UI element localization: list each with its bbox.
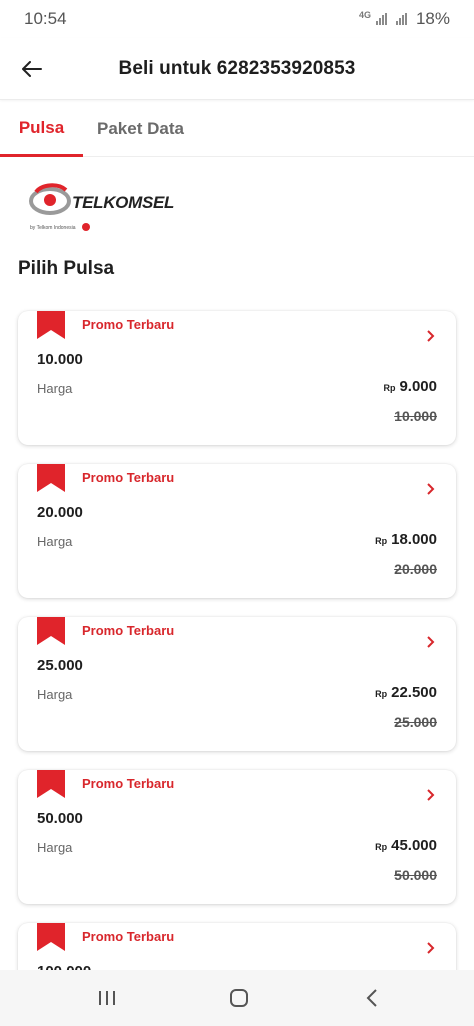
telkom-icon — [82, 223, 90, 231]
price-value: 22.500 — [391, 684, 437, 701]
bookmark-icon — [37, 311, 65, 339]
recent-apps-icon — [99, 991, 115, 1005]
app-bar: Beli untuk 6282353920853 — [0, 38, 474, 100]
promo-label: Promo Terbaru — [82, 317, 175, 332]
harga-label: Harga — [37, 534, 73, 549]
telkomsel-logo: TELKOMSEL by Telkom Indonesia — [28, 178, 174, 240]
promo-label: Promo Terbaru — [82, 623, 175, 638]
telkomsel-logo-icon — [29, 183, 71, 215]
old-price: 25.000 — [394, 714, 437, 730]
chevron-left-icon — [366, 989, 377, 1007]
old-price: 50.000 — [394, 867, 437, 883]
home-button[interactable] — [225, 984, 253, 1012]
logo-text: TELKOMSEL — [72, 193, 175, 212]
old-price: 10.000 — [394, 408, 437, 424]
signal-icon — [375, 13, 387, 25]
chevron-right-icon — [427, 330, 435, 342]
signal-icon — [395, 13, 407, 25]
old-price: 20.000 — [394, 561, 437, 577]
logo-subtext: by Telkom Indonesia — [30, 225, 76, 231]
currency-label: Rp — [375, 842, 388, 852]
price: Rp 22.500 — [375, 684, 437, 701]
harga-label: Harga — [37, 381, 73, 396]
page-title: Beli untuk 6282353920853 — [118, 57, 356, 79]
pulsa-card[interactable]: Promo Terbaru 25.000 Harga Rp 22.500 25.0… — [18, 617, 456, 751]
chevron-right-icon — [427, 636, 435, 648]
price: Rp 45.000 — [375, 837, 437, 854]
network-type: 4G — [358, 9, 371, 20]
pulsa-card[interactable]: Promo Terbaru 20.000 Harga Rp 18.000 20.0… — [18, 464, 456, 598]
bookmark-icon — [37, 923, 65, 951]
price-value: 45.000 — [391, 837, 437, 854]
nominal-value: 50.000 — [37, 810, 83, 827]
chevron-right-icon — [427, 483, 435, 495]
price: Rp 18.000 — [375, 531, 437, 548]
promo-label: Promo Terbaru — [82, 776, 175, 791]
status-time: 10:54 — [24, 9, 67, 28]
chevron-right-icon — [427, 942, 435, 954]
price-value: 18.000 — [391, 531, 437, 548]
promo-label: Promo Terbaru — [82, 929, 175, 944]
chevron-right-icon — [427, 789, 435, 801]
pulsa-card[interactable]: Promo Terbaru 50.000 Harga Rp 45.000 50.0… — [18, 770, 456, 904]
tab-pulsa[interactable]: Pulsa — [0, 101, 83, 157]
status-bar: 10:54 4G 18% — [0, 0, 474, 38]
bookmark-icon — [37, 770, 65, 798]
system-nav-bar — [0, 970, 474, 1026]
home-icon — [230, 989, 248, 1007]
currency-label: Rp — [375, 689, 388, 699]
price: Rp 9.000 — [383, 378, 437, 395]
back-nav-button[interactable] — [358, 984, 386, 1012]
status-icons: 4G 18% — [359, 9, 450, 29]
tab-bar: Pulsa Paket Data — [0, 101, 474, 157]
nominal-value: 25.000 — [37, 657, 83, 674]
battery-level: 18% — [415, 9, 450, 28]
tab-paket-data[interactable]: Paket Data — [97, 101, 184, 157]
currency-label: Rp — [383, 383, 396, 393]
nominal-value: 20.000 — [37, 504, 83, 521]
recent-apps-button[interactable] — [93, 984, 121, 1012]
harga-label: Harga — [37, 840, 73, 855]
price-value: 9.000 — [399, 378, 437, 395]
bookmark-icon — [37, 617, 65, 645]
promo-label: Promo Terbaru — [82, 470, 175, 485]
currency-label: Rp — [375, 536, 388, 546]
pulsa-card[interactable]: Promo Terbaru 10.000 Harga Rp 9.000 10.00… — [18, 311, 456, 445]
nominal-value: 10.000 — [37, 351, 83, 368]
harga-label: Harga — [37, 687, 73, 702]
section-title: Pilih Pulsa — [18, 258, 115, 279]
bookmark-icon — [37, 464, 65, 492]
